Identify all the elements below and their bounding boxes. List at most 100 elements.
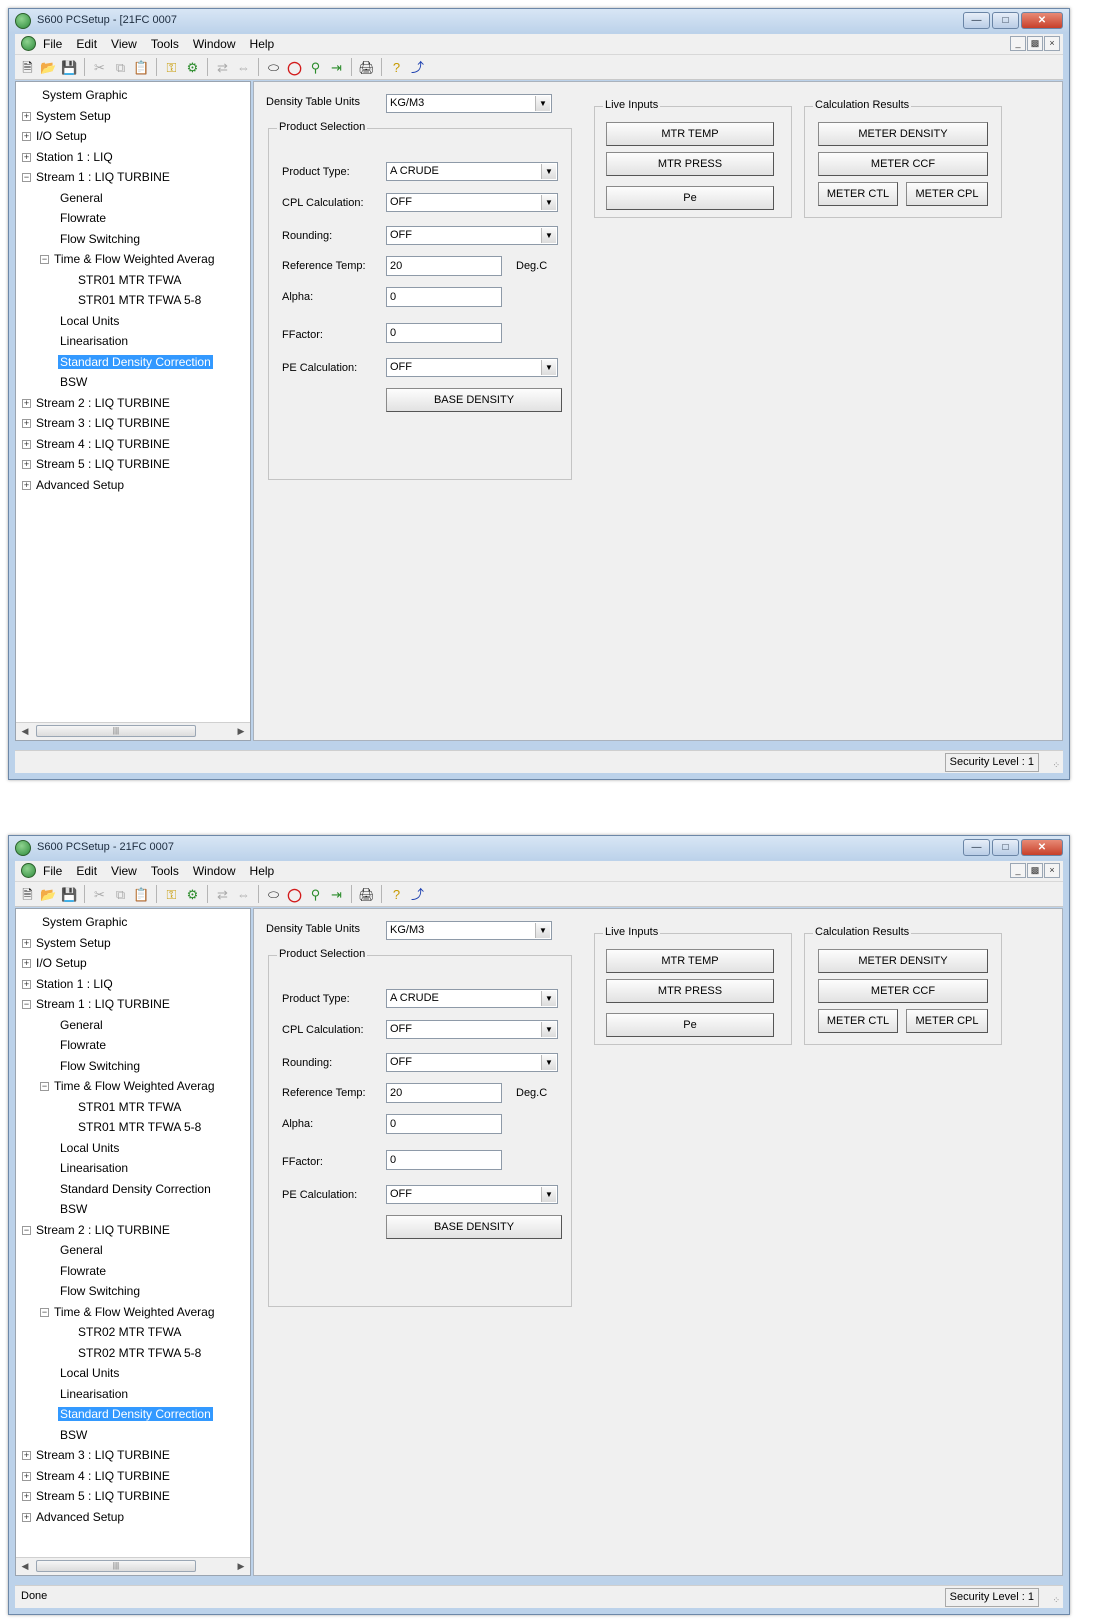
alpha-input[interactable]: 0 <box>386 1114 502 1134</box>
tree-item[interactable]: + I/O Setup <box>22 127 89 145</box>
expand-icon[interactable]: + <box>22 1451 31 1461</box>
mtr-press-button[interactable]: MTR PRESS <box>606 152 774 176</box>
document-icon[interactable] <box>21 863 36 878</box>
menu-help[interactable]: Help <box>250 37 275 51</box>
transfer-icon[interactable]: ⇄ <box>214 59 231 76</box>
tree-item[interactable]: − Time & Flow Weighted Averag <box>40 250 217 268</box>
tree-item[interactable]: + System Setup <box>22 934 113 952</box>
tree-item[interactable]: Flowrate <box>58 1036 108 1054</box>
tree-item[interactable]: + Stream 5 : LIQ TURBINE <box>22 1487 172 1505</box>
rounding-select[interactable]: OFF ▼ <box>386 1053 558 1072</box>
reference-temp-input[interactable]: 20 <box>386 1083 502 1103</box>
menu-tools[interactable]: Tools <box>151 37 179 51</box>
expand-icon[interactable]: + <box>22 959 31 969</box>
tree-item[interactable]: General <box>58 189 105 207</box>
chevron-down-icon[interactable]: ▼ <box>541 991 556 1006</box>
tree-item[interactable]: − Stream 1 : LIQ TURBINE <box>22 168 172 186</box>
expand-icon[interactable]: + <box>22 979 31 989</box>
menu-help[interactable]: Help <box>250 864 275 878</box>
expand-icon[interactable]: + <box>22 439 31 449</box>
tree-item[interactable]: Linearisation <box>58 332 130 350</box>
base-density-button[interactable]: BASE DENSITY <box>386 388 562 412</box>
menu-window[interactable]: Window <box>193 37 236 51</box>
tree-item[interactable]: − Time & Flow Weighted Averag <box>40 1303 217 1321</box>
mdi-restore-button[interactable]: ▩ <box>1027 36 1043 51</box>
open-folder-icon[interactable]: 📂 <box>40 886 57 903</box>
scroll-thumb[interactable]: ||| <box>36 1560 196 1572</box>
tree-item[interactable]: STR01 MTR TFWA 5-8 <box>76 1118 203 1136</box>
menu-tools[interactable]: Tools <box>151 864 179 878</box>
tree-item[interactable]: System Graphic <box>40 913 129 931</box>
menu-view[interactable]: View <box>111 37 137 51</box>
resize-grip-icon[interactable]: ⁘ <box>1052 760 1060 771</box>
collapse-icon[interactable]: − <box>22 1000 31 1010</box>
maximize-button[interactable]: □ <box>992 12 1019 29</box>
menu-window[interactable]: Window <box>193 864 236 878</box>
stop-icon[interactable]: ◯ <box>286 59 303 76</box>
paste-icon[interactable]: 📋 <box>133 886 150 903</box>
close-button[interactable]: ✕ <box>1021 839 1063 856</box>
chevron-down-icon[interactable]: ▼ <box>541 1055 556 1070</box>
mtr-temp-button[interactable]: MTR TEMP <box>606 949 774 973</box>
chevron-down-icon[interactable]: ▼ <box>535 96 550 111</box>
config-tree[interactable]: System Graphic + System Setup + I/O Setup + St… <box>15 81 251 741</box>
meter-ctl-button[interactable]: METER CTL <box>818 182 898 206</box>
mdi-restore-button[interactable]: ▩ <box>1027 863 1043 878</box>
pin-icon[interactable]: ⚲ <box>307 59 324 76</box>
chevron-down-icon[interactable]: ▼ <box>541 195 556 210</box>
scroll-right-icon[interactable]: ▶ <box>234 725 248 738</box>
title-bar[interactable]: S600 PCSetup - [21FC 0007 — □ ✕ <box>9 9 1069 33</box>
expand-icon[interactable]: + <box>22 152 31 162</box>
mdi-close-button[interactable]: × <box>1044 863 1060 878</box>
tree-item[interactable]: Linearisation <box>58 1159 130 1177</box>
tree-item[interactable]: + I/O Setup <box>22 954 89 972</box>
scroll-right-icon[interactable]: ▶ <box>234 1560 248 1573</box>
title-bar[interactable]: S600 PCSetup - 21FC 0007 — □ ✕ <box>9 836 1069 860</box>
tree-item[interactable]: Standard Density Correction <box>58 353 213 371</box>
horizontal-scrollbar[interactable]: ◀ ||| ▶ <box>16 722 250 740</box>
help-icon[interactable]: ? <box>388 886 405 903</box>
meter-cpl-button[interactable]: METER CPL <box>906 1009 988 1033</box>
expand-icon[interactable]: + <box>22 1512 31 1522</box>
open-folder-icon[interactable]: 📂 <box>40 59 57 76</box>
tree-item[interactable]: Flow Switching <box>58 1057 142 1075</box>
tree-item[interactable]: Flowrate <box>58 209 108 227</box>
expand-icon[interactable]: + <box>22 398 31 408</box>
tree-item[interactable]: + Stream 4 : LIQ TURBINE <box>22 1467 172 1485</box>
pe-button[interactable]: Pe <box>606 1013 774 1037</box>
context-help-icon[interactable]: ⤴ <box>409 886 426 903</box>
chevron-down-icon[interactable]: ▼ <box>541 164 556 179</box>
exit-icon[interactable]: ⇥ <box>328 886 345 903</box>
meter-ccf-button[interactable]: METER CCF <box>818 152 988 176</box>
tree-item[interactable]: BSW <box>58 373 89 391</box>
paste-icon[interactable]: 📋 <box>133 59 150 76</box>
chevron-down-icon[interactable]: ▼ <box>541 1187 556 1202</box>
expand-icon[interactable]: + <box>22 460 31 470</box>
tree-item[interactable]: General <box>58 1241 105 1259</box>
tree-item[interactable]: System Graphic <box>40 86 129 104</box>
product-type-select[interactable]: A CRUDE ▼ <box>386 162 558 181</box>
tree-item[interactable]: Standard Density Correction <box>58 1180 213 1198</box>
mdi-minimize-button[interactable]: _ <box>1010 863 1026 878</box>
density-table-units-select[interactable]: KG/M3 ▼ <box>386 94 552 113</box>
key-icon[interactable]: ⚿ <box>163 886 180 903</box>
context-help-icon[interactable]: ⤴ <box>409 59 426 76</box>
maximize-button[interactable]: □ <box>992 839 1019 856</box>
expand-icon[interactable]: + <box>22 1492 31 1502</box>
tree-item[interactable]: − Stream 2 : LIQ TURBINE <box>22 1221 172 1239</box>
tree-item[interactable]: STR01 MTR TFWA <box>76 1098 183 1116</box>
ffactor-input[interactable]: 0 <box>386 323 502 343</box>
new-icon[interactable]: 🗎 <box>19 886 36 903</box>
tree-item[interactable]: BSW <box>58 1200 89 1218</box>
pe-button[interactable]: Pe <box>606 186 774 210</box>
chevron-down-icon[interactable]: ▼ <box>541 360 556 375</box>
tree-item[interactable]: + Stream 3 : LIQ TURBINE <box>22 414 172 432</box>
mtr-temp-button[interactable]: MTR TEMP <box>606 122 774 146</box>
menu-edit[interactable]: Edit <box>76 37 97 51</box>
ffactor-input[interactable]: 0 <box>386 1150 502 1170</box>
new-icon[interactable]: 🗎 <box>19 59 36 76</box>
rounding-select[interactable]: OFF ▼ <box>386 226 558 245</box>
compare-icon[interactable]: ⇔ <box>235 886 252 903</box>
tree-item[interactable]: + Station 1 : LIQ <box>22 148 115 166</box>
meter-ctl-button[interactable]: METER CTL <box>818 1009 898 1033</box>
